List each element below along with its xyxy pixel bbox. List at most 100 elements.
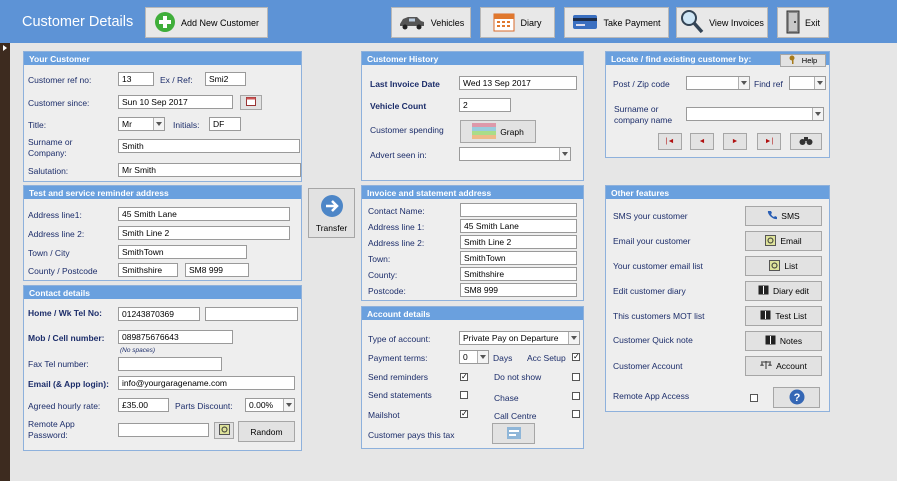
email-button[interactable]: Email <box>745 231 822 251</box>
invoice-line1-field[interactable]: 45 Smith Lane <box>460 219 577 233</box>
notes-button[interactable]: Notes <box>745 331 822 351</box>
random-password-button[interactable]: Random <box>238 421 295 442</box>
invoice-line2-field[interactable]: Smith Line 2 <box>460 235 577 249</box>
payment-terms-select[interactable]: 0 <box>459 350 489 364</box>
send-statements-checkbox[interactable] <box>460 391 468 399</box>
email-list-button[interactable]: List <box>745 256 822 276</box>
diary-edit-button[interactable]: Diary edit <box>745 281 822 301</box>
send-statements-label: Send statements <box>368 390 432 400</box>
surname-field[interactable]: Smith <box>118 139 300 153</box>
page-title: Customer Details <box>22 14 134 30</box>
tax-icon <box>506 426 521 441</box>
first-record-button[interactable]: |◄ <box>658 133 682 150</box>
do-not-show-checkbox[interactable] <box>572 373 580 381</box>
add-new-customer-button[interactable]: Add New Customer <box>145 7 268 38</box>
transfer-button[interactable]: Transfer <box>308 188 355 238</box>
svg-text:?: ? <box>793 392 800 404</box>
chevron-down-icon <box>283 399 294 411</box>
work-tel-field[interactable] <box>205 307 298 321</box>
home-tel-field[interactable]: 01243870369 <box>118 307 200 321</box>
parts-discount-select[interactable]: 0.00% <box>245 398 295 412</box>
arrow-right-icon <box>320 194 344 220</box>
mot-list-label: This customers MOT list <box>613 311 705 321</box>
test-list-button[interactable]: Test List <box>745 306 822 326</box>
last-invoice-field[interactable]: Wed 13 Sep 2017 <box>459 76 577 90</box>
surname-search-select[interactable] <box>686 107 824 121</box>
ex-ref-field[interactable]: Smi2 <box>205 72 246 86</box>
list-icon <box>769 259 781 273</box>
mobile-hint: (No spaces) <box>120 347 156 354</box>
title-select[interactable]: Mr <box>118 117 165 131</box>
email-list-label: Your customer email list <box>613 261 703 271</box>
county-field[interactable]: Smithshire <box>118 263 178 277</box>
invoice-town-field[interactable]: SmithTown <box>460 251 577 265</box>
customer-ref-field[interactable]: 13 <box>118 72 154 86</box>
hourly-rate-field[interactable]: £35.00 <box>118 398 169 412</box>
previous-record-button[interactable]: ◄ <box>690 133 714 150</box>
mobile-field[interactable]: 089875676643 <box>118 330 233 344</box>
date-picker-button[interactable] <box>240 95 262 110</box>
remote-app-access-checkbox[interactable] <box>750 394 758 402</box>
contact-name-field[interactable] <box>460 203 577 217</box>
remote-app-help-button[interactable]: ? <box>773 387 820 408</box>
view-invoices-button[interactable]: View Invoices <box>676 7 768 38</box>
sms-label: SMS your customer <box>613 211 688 221</box>
account-button[interactable]: Account <box>745 356 822 376</box>
advert-select[interactable] <box>459 147 571 161</box>
account-type-select[interactable]: Private Pay on Departure <box>459 331 580 345</box>
customer-since-field[interactable]: Sun 10 Sep 2017 <box>118 95 233 109</box>
send-password-button[interactable] <box>214 422 234 439</box>
acc-setup-checkbox[interactable]: ✓ <box>572 353 580 361</box>
postcode-search-select[interactable] <box>686 76 750 90</box>
payment-terms-label: Payment terms: <box>368 353 428 363</box>
call-centre-label: Call Centre <box>494 411 537 421</box>
vehicles-button[interactable]: Vehicles <box>391 7 471 38</box>
invoice-county-field[interactable]: Smithshire <box>460 267 577 281</box>
home-tel-label: Home / Wk Tel No: <box>28 308 102 318</box>
address-line2-field[interactable]: Smith Line 2 <box>118 226 290 240</box>
last-invoice-label: Last Invoice Date <box>370 79 440 89</box>
calendar-icon <box>246 97 256 108</box>
customer-history-panel: Customer History Last Invoice Date Wed 1… <box>361 51 584 181</box>
send-reminders-checkbox[interactable]: ✓ <box>460 373 468 381</box>
chase-checkbox[interactable] <box>572 392 580 400</box>
mailshot-label: Mailshot <box>368 410 400 420</box>
remote-app-label: Remote App <box>28 419 75 429</box>
binoculars-icon <box>799 136 813 148</box>
salutation-label: Salutation: <box>28 166 69 176</box>
fax-field[interactable] <box>118 357 222 371</box>
title-label: Title: <box>28 120 47 130</box>
next-record-icon: ► <box>731 138 739 145</box>
graph-button[interactable]: Graph <box>460 120 536 143</box>
tax-button[interactable] <box>492 423 535 444</box>
company-search-label: company name <box>614 115 673 125</box>
mailshot-checkbox[interactable]: ✓ <box>460 410 468 418</box>
find-record-button[interactable] <box>790 133 822 150</box>
magnifier-icon <box>680 9 704 37</box>
last-record-button[interactable]: ►| <box>757 133 781 150</box>
phone-icon <box>767 210 778 222</box>
vehicle-count-field[interactable]: 2 <box>459 98 511 112</box>
postcode-field[interactable]: SM8 999 <box>185 263 249 277</box>
salutation-field[interactable]: Mr Smith <box>118 163 301 177</box>
invoice-postcode-field[interactable]: SM8 999 <box>460 283 577 297</box>
diary-button[interactable]: Diary <box>480 7 555 38</box>
address-line1-field[interactable]: 45 Smith Lane <box>118 207 290 221</box>
call-centre-checkbox[interactable] <box>572 410 580 418</box>
next-record-button[interactable]: ► <box>723 133 747 150</box>
take-payment-button[interactable]: Take Payment <box>564 7 669 38</box>
exit-button[interactable]: Exit <box>777 7 829 38</box>
email-field[interactable]: info@yourgaragename.com <box>118 376 295 390</box>
app-password-field[interactable] <box>118 423 209 437</box>
door-icon <box>786 10 800 36</box>
vehicle-count-label: Vehicle Count <box>370 101 427 111</box>
help-button[interactable]: Help <box>780 54 826 67</box>
sms-button[interactable]: SMS <box>745 206 822 226</box>
first-record-icon: |◄ <box>665 138 675 145</box>
initials-field[interactable]: DF <box>209 117 241 131</box>
town-field[interactable]: SmithTown <box>118 245 247 259</box>
find-ref-select[interactable] <box>789 76 826 90</box>
chart-icon <box>472 122 497 141</box>
customer-spending-label: Customer spending <box>370 125 444 135</box>
scales-icon <box>760 360 773 372</box>
